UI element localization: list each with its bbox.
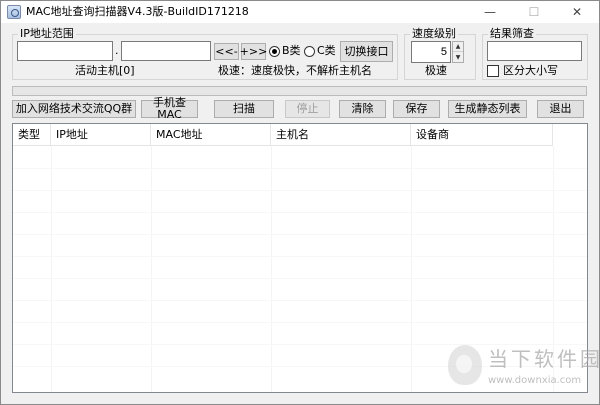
- watermark-logo-icon: [448, 345, 482, 385]
- case-sensitive-label: 区分大小写: [503, 64, 558, 77]
- case-sensitive-checkbox[interactable]: [487, 65, 499, 77]
- join-qq-group-button[interactable]: 加入网络技术交流QQ群: [12, 100, 136, 118]
- table-header: 类型 IP地址 MAC地址 主机名 设备商: [13, 124, 553, 146]
- end-ip-input[interactable]: [121, 41, 211, 61]
- radio-class-c-label: C类: [317, 44, 336, 57]
- scan-progress-bar: [12, 86, 587, 96]
- start-ip-input[interactable]: [17, 41, 113, 61]
- clear-button[interactable]: 清除: [339, 100, 386, 118]
- column-vendor[interactable]: 设备商: [411, 124, 553, 146]
- watermark: 当下软件园 www.downxia.com: [448, 345, 600, 400]
- spin-down-icon[interactable]: ▼: [453, 52, 463, 62]
- grid-line: [151, 146, 152, 392]
- switch-interface-button[interactable]: 切换接口: [340, 41, 393, 62]
- maximize-button[interactable]: ☐: [512, 1, 556, 23]
- grid-line: [13, 212, 587, 213]
- radio-class-b-label: B类: [282, 44, 301, 57]
- app-window: MAC地址查询扫描器V4.3版-BuildID171218 — ☐ ✕ IP地址…: [0, 0, 600, 405]
- window-title: MAC地址查询扫描器V4.3版-BuildID171218: [26, 5, 249, 18]
- filter-input[interactable]: [487, 41, 582, 61]
- minimize-button[interactable]: —: [468, 1, 512, 23]
- radio-class-c[interactable]: [304, 46, 315, 57]
- grid-line: [51, 146, 52, 392]
- grid-line: [13, 190, 587, 191]
- column-ip[interactable]: IP地址: [51, 124, 151, 146]
- scan-button[interactable]: 扫描: [214, 100, 274, 118]
- grid-line: [13, 300, 587, 301]
- grid-line: [411, 146, 412, 392]
- column-mac[interactable]: MAC地址: [151, 124, 271, 146]
- stop-button[interactable]: 停止: [285, 100, 330, 118]
- watermark-url: www.downxia.com: [488, 375, 582, 386]
- exit-button[interactable]: 退出: [537, 100, 584, 118]
- prev-range-button[interactable]: <<-: [214, 43, 239, 60]
- grid-line: [13, 234, 587, 235]
- column-hostname[interactable]: 主机名: [271, 124, 411, 146]
- ip-range-label: IP地址范围: [18, 27, 76, 41]
- filter-group-label: 结果筛查: [488, 27, 536, 41]
- column-type[interactable]: 类型: [13, 124, 51, 146]
- grid-line: [13, 278, 587, 279]
- active-hosts-count: 活动主机[0]: [75, 64, 135, 77]
- ip-separator: .: [115, 44, 119, 57]
- watermark-text: 当下软件园: [488, 347, 600, 371]
- grid-line: [271, 146, 272, 392]
- speed-mode-label: 极速: [425, 64, 447, 77]
- speed-group-label: 速度级别: [410, 27, 458, 41]
- grid-line: [13, 256, 587, 257]
- grid-line: [13, 322, 587, 323]
- close-button[interactable]: ✕: [555, 1, 599, 23]
- static-list-button[interactable]: 生成静态列表: [448, 100, 527, 118]
- app-icon: [7, 5, 21, 19]
- save-button[interactable]: 保存: [393, 100, 440, 118]
- spin-up-icon[interactable]: ▲: [453, 42, 463, 52]
- grid-line: [13, 168, 587, 169]
- title-bar: MAC地址查询扫描器V4.3版-BuildID171218 — ☐ ✕: [1, 1, 599, 23]
- speed-spinner[interactable]: ▲ ▼: [452, 41, 464, 63]
- phone-mac-button[interactable]: 手机查MAC: [141, 97, 198, 121]
- speed-level-input[interactable]: [411, 41, 451, 63]
- next-range-button[interactable]: +>>: [240, 43, 267, 60]
- speed-hint: 极速：速度极快，不解析主机名: [218, 64, 372, 77]
- radio-class-b[interactable]: [269, 46, 280, 57]
